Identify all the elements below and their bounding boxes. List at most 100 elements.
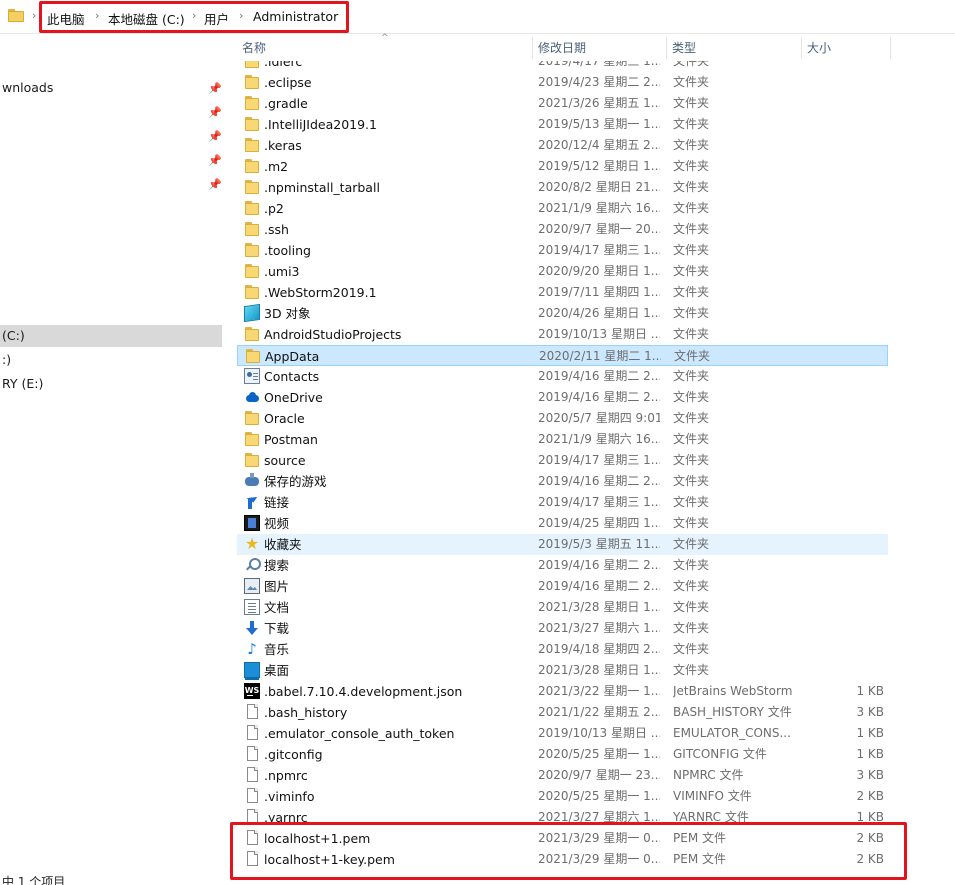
nav-item-drive-d[interactable]: :) <box>0 349 222 371</box>
file-type: YARNRC 文件 <box>673 810 749 824</box>
file-row[interactable]: .IntelliJIdea2019.1 2019/5/13 星期一 1... 文件夹 <box>237 114 888 135</box>
file-row[interactable]: Oracle 2020/5/7 星期四 9:01 文件夹 <box>237 408 888 429</box>
file-name: AndroidStudioProjects <box>264 327 402 342</box>
file-row[interactable]: ♪ 音乐 2019/4/18 星期四 2... 文件夹 <box>237 639 888 660</box>
file-modified-date: 2019/7/11 星期四 1... <box>538 285 660 299</box>
file-row[interactable]: 3D 对象 2020/4/26 星期日 1... 文件夹 <box>237 303 888 324</box>
file-name: 3D 对象 <box>264 306 311 321</box>
file-name: .umi3 <box>264 264 300 279</box>
folder-icon <box>244 242 260 258</box>
file-row[interactable]: 图片 2019/4/16 星期二 2... 文件夹 <box>237 576 888 597</box>
file-row[interactable]: AppData 2020/2/11 星期二 1... 文件夹 <box>237 345 888 366</box>
file-type: 文件夹 <box>673 264 710 278</box>
folder-icon <box>8 9 24 22</box>
file-type: VIMINFO 文件 <box>673 789 752 803</box>
videos-icon <box>244 515 260 531</box>
column-header-type[interactable]: 类型 <box>667 35 801 61</box>
file-modified-date: 2019/4/16 星期二 2... <box>538 558 660 572</box>
column-header-name[interactable]: 名称 <box>237 35 532 61</box>
nav-item-drive-e[interactable]: RY (E:) <box>0 373 222 395</box>
onedrive-cloud-icon <box>244 389 260 405</box>
file-modified-date: 2019/5/13 星期一 1... <box>538 117 660 131</box>
folder-icon <box>244 221 260 237</box>
file-row[interactable]: .m2 2019/5/12 星期日 1... 文件夹 <box>237 156 888 177</box>
file-row[interactable]: .WebStorm2019.1 2019/7/11 星期四 1... 文件夹 <box>237 282 888 303</box>
file-name: 保存的游戏 <box>264 474 327 489</box>
file-name: 视频 <box>264 516 290 531</box>
column-divider[interactable] <box>890 37 891 59</box>
file-row[interactable]: .idlerc 2019/4/17 星期三 1... 文件夹 <box>237 61 888 72</box>
file-row[interactable]: .keras 2020/12/4 星期五 2... 文件夹 <box>237 135 888 156</box>
file-row[interactable]: AndroidStudioProjects 2019/10/13 星期日 ... 文… <box>237 324 888 345</box>
file-row[interactable]: 链接 2019/4/17 星期三 1... 文件夹 <box>237 492 888 513</box>
nav-item-drive-c[interactable]: (C:) <box>0 325 222 347</box>
file-row[interactable]: .emulator_console_auth_token 2019/10/13 星… <box>237 723 888 744</box>
pin-icon: 📌 <box>208 106 222 119</box>
file-row[interactable]: .yarnrc 2021/3/27 星期六 1... YARNRC 文件 1 KB <box>237 807 888 828</box>
file-row[interactable]: .p2 2021/1/9 星期六 16... 文件夹 <box>237 198 888 219</box>
file-modified-date: 2021/1/9 星期六 16... <box>538 201 660 215</box>
file-row[interactable]: .npminstall_tarball 2020/8/2 星期日 21... 文件夹 <box>237 177 888 198</box>
file-type: 文件夹 <box>674 349 711 363</box>
breadcrumb-local-disk-c[interactable]: 本地磁盘 (C:) <box>108 9 185 28</box>
file-row[interactable]: .gitconfig 2020/5/25 星期一 1... GITCONFIG 文件… <box>237 744 888 765</box>
chevron-right-icon[interactable]: › <box>239 9 243 22</box>
file-name: .tooling <box>264 243 311 258</box>
file-name: .WebStorm2019.1 <box>264 285 377 300</box>
file-size: 1 KB <box>856 747 884 761</box>
file-size: 2 KB <box>856 831 884 845</box>
column-header-size[interactable]: 大小 <box>802 35 890 61</box>
file-type: 文件夹 <box>673 222 710 236</box>
file-row[interactable]: Contacts 2019/4/16 星期二 2... 文件夹 <box>237 366 888 387</box>
file-row[interactable]: localhost+1-key.pem 2021/3/29 星期一 0... PEM… <box>237 849 888 870</box>
file-row[interactable]: 视频 2019/4/25 星期四 1... 文件夹 <box>237 513 888 534</box>
file-row[interactable]: .tooling 2019/4/17 星期三 1... 文件夹 <box>237 240 888 261</box>
file-row[interactable]: .gradle 2021/3/26 星期五 1... 文件夹 <box>237 93 888 114</box>
file-modified-date: 2019/5/12 星期日 1... <box>538 159 660 173</box>
file-icon <box>244 851 260 867</box>
file-row[interactable]: 桌面 2021/3/28 星期日 1... 文件夹 <box>237 660 888 681</box>
file-modified-date: 2020/8/2 星期日 21... <box>538 180 660 194</box>
chevron-right-icon[interactable]: › <box>95 9 99 22</box>
file-modified-date: 2020/5/25 星期一 1... <box>538 789 660 803</box>
file-row[interactable]: .viminfo 2020/5/25 星期一 1... VIMINFO 文件 2 KB <box>237 786 888 807</box>
file-name: 收藏夹 <box>264 537 302 552</box>
file-size: 3 KB <box>856 705 884 719</box>
file-row[interactable]: 保存的游戏 2019/4/16 星期二 2... 文件夹 <box>237 471 888 492</box>
file-row[interactable]: .bash_history 2021/1/22 星期五 2... BASH_HIST… <box>237 702 888 723</box>
file-row[interactable]: 搜索 2019/4/16 星期二 2... 文件夹 <box>237 555 888 576</box>
column-header-date[interactable]: 修改日期 <box>533 35 666 61</box>
address-bar[interactable]: › 此电脑 › 本地磁盘 (C:) › 用户 › Administrator <box>0 0 955 34</box>
file-row[interactable]: source 2019/4/17 星期三 1... 文件夹 <box>237 450 888 471</box>
chevron-right-icon[interactable]: › <box>192 9 196 22</box>
file-row[interactable]: localhost+1.pem 2021/3/29 星期一 0... PEM 文件 2… <box>237 828 888 849</box>
file-row[interactable]: ★ 收藏夹 2019/5/3 星期五 11... 文件夹 <box>237 534 888 555</box>
file-row[interactable]: .npmrc 2020/9/7 星期一 23... NPMRC 文件 3 KB <box>237 765 888 786</box>
nav-item-downloads[interactable]: wnloads <box>0 77 222 99</box>
file-row[interactable]: 文档 2021/3/28 星期日 1... 文件夹 <box>237 597 888 618</box>
breadcrumb-this-pc[interactable]: 此电脑 <box>47 9 85 28</box>
folder-icon <box>244 61 260 69</box>
file-modified-date: 2019/10/13 星期日 ... <box>538 327 660 341</box>
file-type: 文件夹 <box>673 138 710 152</box>
breadcrumb-users[interactable]: 用户 <box>204 9 229 28</box>
file-name: .gradle <box>264 96 308 111</box>
folder-icon <box>245 348 261 364</box>
file-row[interactable]: 下载 2021/3/27 星期六 1... 文件夹 <box>237 618 888 639</box>
file-modified-date: 2021/3/28 星期日 1... <box>538 600 660 614</box>
file-type: 文件夹 <box>673 432 710 446</box>
file-row[interactable]: OneDrive 2019/4/16 星期二 2... 文件夹 <box>237 387 888 408</box>
file-name: .eclipse <box>264 75 312 90</box>
file-name: .IntelliJIdea2019.1 <box>264 117 377 132</box>
file-row[interactable]: .eclipse 2019/4/23 星期二 2... 文件夹 <box>237 72 888 93</box>
folder-icon <box>244 95 260 111</box>
file-name: .m2 <box>264 159 289 174</box>
file-row[interactable]: .ssh 2020/9/7 星期一 20... 文件夹 <box>237 219 888 240</box>
file-name: OneDrive <box>264 390 323 405</box>
file-row[interactable]: WS .babel.7.10.4.development.json 2021/3/2… <box>237 681 888 702</box>
breadcrumb-administrator[interactable]: Administrator <box>253 9 338 24</box>
file-row[interactable]: Postman 2021/1/9 星期六 16... 文件夹 <box>237 429 888 450</box>
file-name: AppData <box>265 349 320 364</box>
file-row[interactable]: .umi3 2020/9/20 星期日 1... 文件夹 <box>237 261 888 282</box>
folder-icon <box>244 431 260 447</box>
